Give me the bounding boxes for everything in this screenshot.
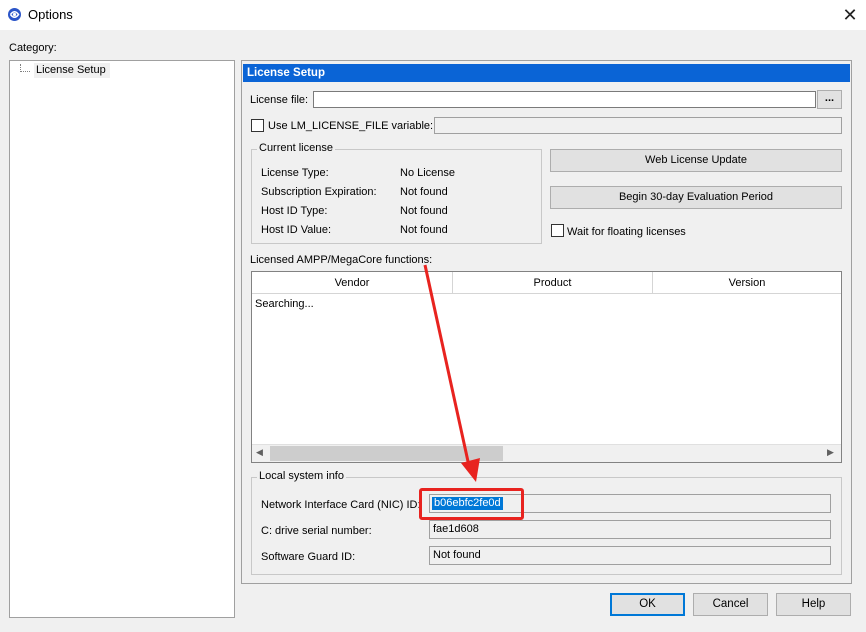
annotation-highlight-box bbox=[419, 488, 524, 520]
annotation-arrow-icon bbox=[423, 264, 480, 482]
help-button[interactable]: Help bbox=[776, 593, 851, 616]
cancel-button[interactable]: Cancel bbox=[693, 593, 768, 616]
ok-button[interactable]: OK bbox=[610, 593, 685, 616]
